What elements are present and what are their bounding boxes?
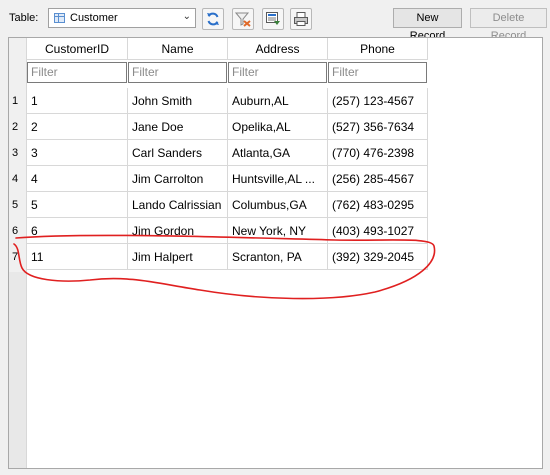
cell-customerid[interactable]: 5: [27, 192, 128, 218]
row-number: 6: [12, 225, 19, 237]
row-number: 4: [12, 173, 19, 185]
cell-address[interactable]: Auburn,AL: [228, 88, 328, 114]
column-header-phone[interactable]: Phone: [328, 38, 428, 60]
row-number: 1: [12, 95, 19, 107]
refresh-icon: [207, 12, 219, 26]
cell-address[interactable]: New York, NY: [228, 218, 328, 244]
cell-phone[interactable]: (257) 123-4567: [328, 88, 428, 114]
save-table-button[interactable]: [262, 8, 284, 30]
cell-name[interactable]: Jim Carrolton: [128, 166, 228, 192]
cell-phone[interactable]: (392) 329-2045: [328, 244, 428, 270]
cell-customerid[interactable]: 4: [27, 166, 128, 192]
cell-phone[interactable]: (770) 476-2398: [328, 140, 428, 166]
save-table-icon: [266, 12, 280, 25]
print-button[interactable]: [290, 8, 312, 30]
cell-phone[interactable]: (527) 356-7634: [328, 114, 428, 140]
clear-filters-button[interactable]: [232, 8, 254, 30]
cell-name[interactable]: Carl Sanders: [128, 140, 228, 166]
column-header-customerid[interactable]: CustomerID: [27, 38, 128, 60]
cell-customerid[interactable]: 3: [27, 140, 128, 166]
chevron-down-icon: ⌄: [182, 11, 191, 22]
filter-input-address[interactable]: Filter: [228, 62, 327, 83]
cell-customerid[interactable]: 6: [27, 218, 128, 244]
cell-address[interactable]: Opelika,AL: [228, 114, 328, 140]
table-select-value: Customer: [70, 12, 118, 24]
row-number: 2: [12, 121, 19, 133]
cell-address[interactable]: Atlanta,GA: [228, 140, 328, 166]
filter-input-phone[interactable]: Filter: [328, 62, 427, 83]
print-icon: [294, 12, 308, 26]
column-header-name[interactable]: Name: [128, 38, 228, 60]
data-grid: CustomerID Name Address Phone Filter Fil…: [8, 37, 543, 469]
table-select[interactable]: Customer ⌄: [48, 8, 196, 28]
new-record-button[interactable]: New Record: [393, 8, 462, 42]
row-number: 7: [12, 251, 19, 263]
cell-name[interactable]: Jim Halpert: [128, 244, 228, 270]
cell-phone[interactable]: (256) 285-4567: [328, 166, 428, 192]
filter-input-name[interactable]: Filter: [128, 62, 227, 83]
table-icon: [54, 13, 65, 23]
column-header-address[interactable]: Address: [228, 38, 328, 60]
table-label: Table:: [9, 12, 39, 24]
cell-address[interactable]: Huntsville,AL ...: [228, 166, 328, 192]
cell-phone[interactable]: (403) 493-1027: [328, 218, 428, 244]
cell-customerid[interactable]: 11: [27, 244, 128, 270]
cell-customerid[interactable]: 1: [27, 88, 128, 114]
cell-name[interactable]: Lando Calrissian: [128, 192, 228, 218]
refresh-button[interactable]: [202, 8, 224, 30]
row-number: 3: [12, 147, 19, 159]
clear-filters-icon: [235, 12, 251, 27]
toolbar: Table: Customer ⌄ New Record Delete Reco…: [0, 0, 550, 42]
cell-customerid[interactable]: 2: [27, 114, 128, 140]
filter-input-customerid[interactable]: Filter: [27, 62, 127, 83]
delete-record-button[interactable]: Delete Record: [470, 8, 547, 42]
cell-phone[interactable]: (762) 483-0295: [328, 192, 428, 218]
cell-name[interactable]: Jim Gordon: [128, 218, 228, 244]
cell-address[interactable]: Scranton, PA: [228, 244, 328, 270]
row-number: 5: [12, 199, 19, 211]
cell-name[interactable]: John Smith: [128, 88, 228, 114]
cell-address[interactable]: Columbus,GA: [228, 192, 328, 218]
cell-name[interactable]: Jane Doe: [128, 114, 228, 140]
